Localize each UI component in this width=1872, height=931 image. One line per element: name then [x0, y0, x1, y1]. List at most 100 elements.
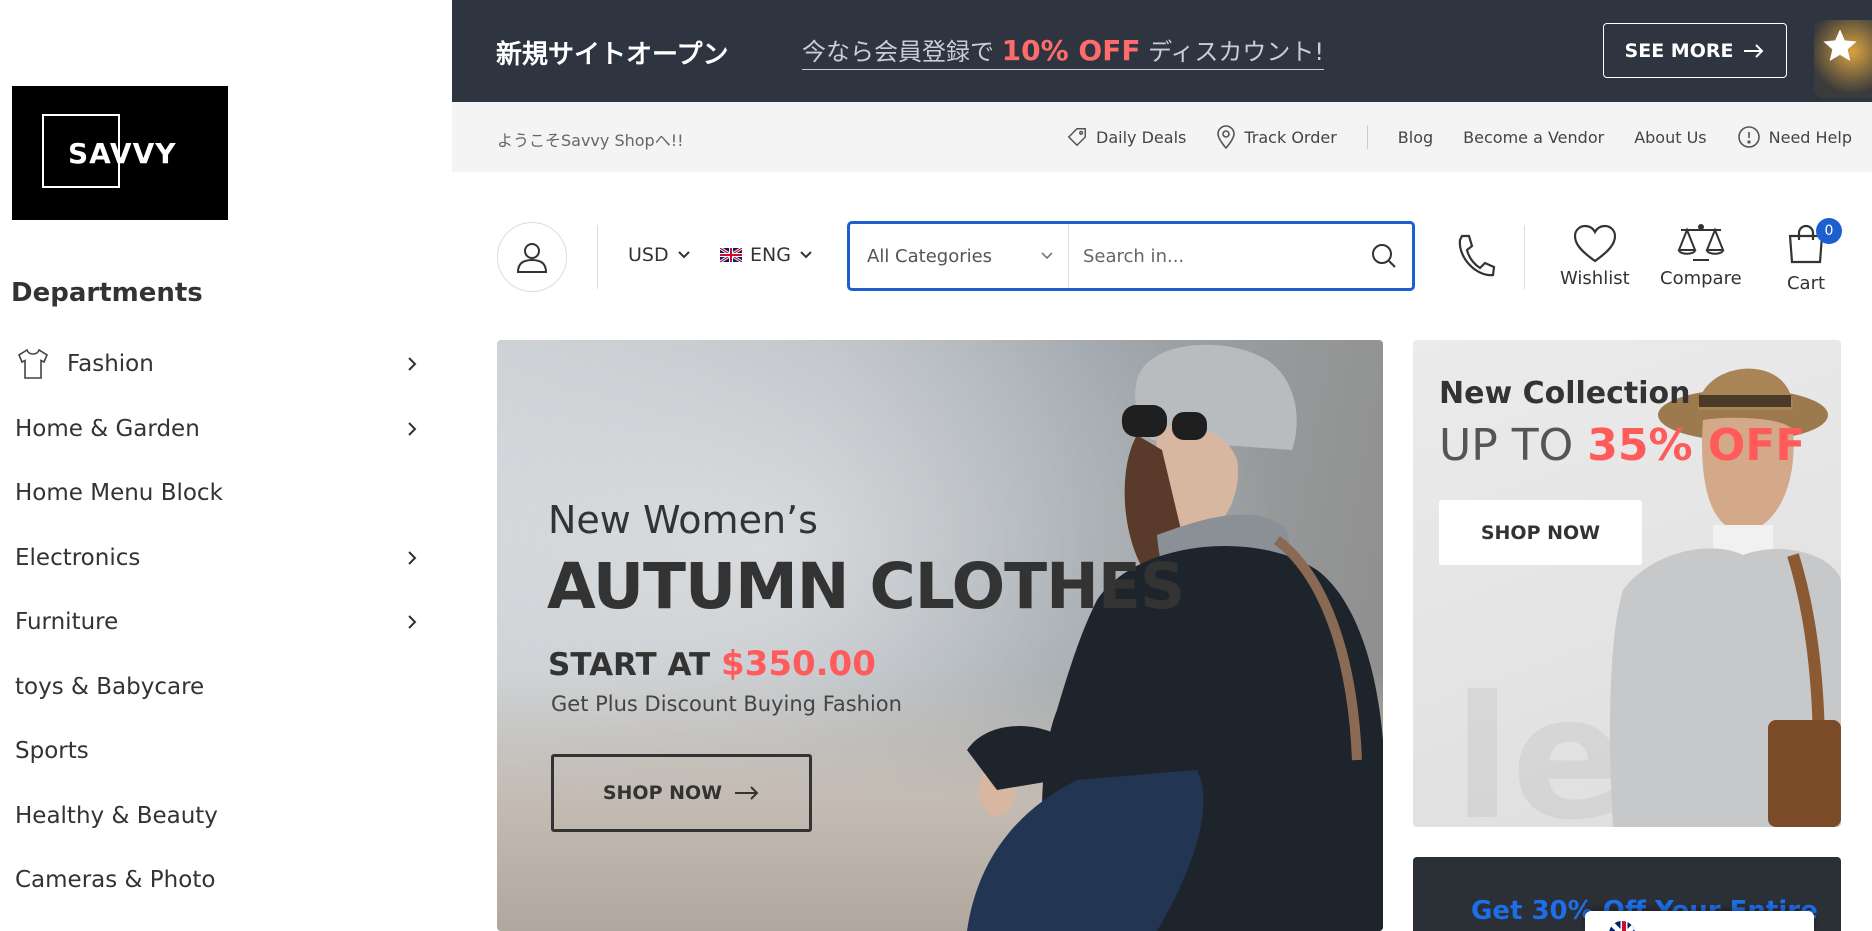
header: USD ENG All Categories Wishlist Compare …: [452, 172, 1872, 340]
wishlist-label: Wishlist: [1560, 268, 1630, 289]
category-value: All Categories: [867, 245, 993, 267]
about-us-label: About Us: [1634, 127, 1707, 147]
hero-shop-now-button[interactable]: SHOP NOW: [551, 754, 812, 832]
collection-discount: 35% OFF: [1587, 420, 1806, 471]
language-popup[interactable]: [1585, 911, 1814, 931]
model-photo: [1610, 368, 1841, 827]
currency-selector[interactable]: USD: [628, 244, 691, 266]
promo-discount: 10% OFF: [1001, 34, 1141, 67]
hero-price-line: START AT $350.00: [548, 644, 876, 684]
category-select[interactable]: All Categories: [850, 224, 1069, 288]
currency-value: USD: [628, 244, 669, 266]
departments-menu: Fashion Home & Garden Home Menu Block El…: [0, 332, 452, 913]
need-help-label: Need Help: [1768, 127, 1852, 147]
department-label: Sports: [15, 738, 89, 765]
logo-text: SAVVY: [68, 137, 177, 170]
language-selector[interactable]: ENG: [720, 244, 813, 266]
department-item-sports[interactable]: Sports: [0, 719, 452, 784]
cart-button[interactable]: 0 Cart: [1786, 218, 1842, 294]
department-item-fashion[interactable]: Fashion: [0, 332, 452, 397]
chevron-down-icon: [677, 251, 690, 259]
department-label: Fashion: [67, 351, 154, 378]
compare-button[interactable]: Compare: [1660, 224, 1742, 289]
uk-flag-icon: [1607, 919, 1637, 931]
shop-now-label: SHOP NOW: [602, 782, 723, 804]
shop-now-label: SHOP NOW: [1480, 521, 1601, 544]
chevron-down-icon: [800, 251, 812, 259]
site-logo[interactable]: SAVVY: [12, 86, 228, 220]
divider: [1524, 225, 1525, 289]
hero-banner: New Women’s AUTUMN CLOTHES START AT $350…: [497, 340, 1383, 931]
cart-icon-wrap: 0: [1786, 218, 1842, 273]
become-vendor-link[interactable]: Become a Vendor: [1463, 128, 1604, 147]
hero-headline: AUTUMN CLOTHES: [547, 550, 1185, 623]
track-order-link[interactable]: Track Order: [1216, 125, 1337, 149]
sidebar: SAVVY Departments Fashion Home & Garden …: [0, 0, 452, 931]
map-pin-icon: [1217, 125, 1236, 149]
department-item-toys-babycare[interactable]: toys & Babycare: [0, 655, 452, 720]
department-label: toys & Babycare: [15, 673, 205, 700]
department-item-home-garden[interactable]: Home & Garden: [0, 397, 452, 462]
department-item-furniture[interactable]: Furniture: [0, 590, 452, 655]
promo-bar: 新規サイトオープン 今なら会員登録で 10% OFF ディスカウント! SEE …: [452, 0, 1872, 102]
model-photo: [967, 344, 1383, 931]
arrow-right-icon: [735, 786, 759, 800]
department-label: Home & Garden: [15, 415, 200, 442]
arrow-right-icon: [1744, 43, 1764, 58]
chevron-right-icon: [408, 615, 417, 629]
search-icon: [1372, 244, 1396, 268]
blog-link[interactable]: Blog: [1398, 128, 1433, 147]
need-help-link[interactable]: Need Help: [1737, 125, 1852, 149]
search-button[interactable]: [1356, 224, 1412, 288]
promo-title: 新規サイトオープン: [496, 40, 729, 70]
department-item-healthy-beauty[interactable]: Healthy & Beauty: [0, 784, 452, 849]
hero-subtitle: New Women’s: [548, 498, 818, 542]
tshirt-icon: [17, 349, 49, 380]
department-item-home-menu-block[interactable]: Home Menu Block: [0, 461, 452, 526]
favorite-widget[interactable]: [1814, 20, 1872, 98]
divider: [1366, 125, 1368, 149]
help-icon: [1737, 126, 1760, 148]
uk-flag-icon: [720, 248, 742, 262]
heart-icon: [1573, 224, 1616, 263]
info-links: Daily Deals Track Order Blog Become a Ve…: [1066, 102, 1852, 172]
account-button[interactable]: [497, 222, 567, 292]
phone-button[interactable]: [1452, 232, 1496, 285]
departments-title: Departments: [11, 278, 203, 308]
see-more-label: SEE MORE: [1624, 39, 1734, 62]
become-vendor-label: Become a Vendor: [1463, 127, 1605, 147]
search-input[interactable]: [1069, 224, 1356, 288]
scale-icon: [1677, 224, 1725, 261]
language-value: ENG: [750, 244, 791, 266]
track-order-label: Track Order: [1244, 127, 1337, 147]
department-label: Home Menu Block: [15, 480, 223, 507]
chevron-down-icon: [1041, 252, 1053, 260]
department-item-electronics[interactable]: Electronics: [0, 526, 452, 591]
phone-icon: [1458, 234, 1496, 277]
cart-count-badge: 0: [1816, 218, 1842, 244]
promo-message[interactable]: 今なら会員登録で 10% OFF ディスカウント!: [802, 32, 1325, 70]
info-bar: ようこそSavvy Shopへ!! Daily Deals Track Orde…: [452, 102, 1872, 172]
collection-discount-line: UP TO 35% OFF: [1439, 420, 1805, 471]
hero-price: $350.00: [721, 644, 876, 684]
daily-deals-label: Daily Deals: [1096, 127, 1187, 147]
wishlist-button[interactable]: Wishlist: [1560, 224, 1630, 289]
department-item-cameras-photo[interactable]: Cameras & Photo: [0, 848, 452, 913]
daily-deals-link[interactable]: Daily Deals: [1066, 126, 1186, 148]
blog-label: Blog: [1397, 127, 1434, 147]
see-more-button[interactable]: SEE MORE: [1603, 23, 1787, 78]
chevron-right-icon: [408, 357, 417, 371]
compare-label: Compare: [1660, 268, 1742, 289]
star-icon: [1823, 29, 1857, 61]
tag-icon: [1067, 128, 1087, 147]
collection-shop-now-button[interactable]: SHOP NOW: [1439, 500, 1642, 565]
promo-message-prefix: 今なら会員登録で: [802, 38, 994, 66]
start-at-label: START AT: [548, 647, 711, 683]
department-label: Furniture: [15, 609, 119, 636]
department-label: Cameras & Photo: [15, 867, 216, 894]
about-us-link[interactable]: About Us: [1634, 128, 1706, 147]
new-collection-banner: le New Collection UP TO 35% OFF SHOP NOW: [1413, 340, 1841, 827]
up-to-label: UP TO: [1439, 420, 1574, 471]
promo-message-suffix: ディスカウント!: [1148, 38, 1325, 66]
welcome-message: ようこそSavvy Shopへ!!: [497, 131, 684, 150]
